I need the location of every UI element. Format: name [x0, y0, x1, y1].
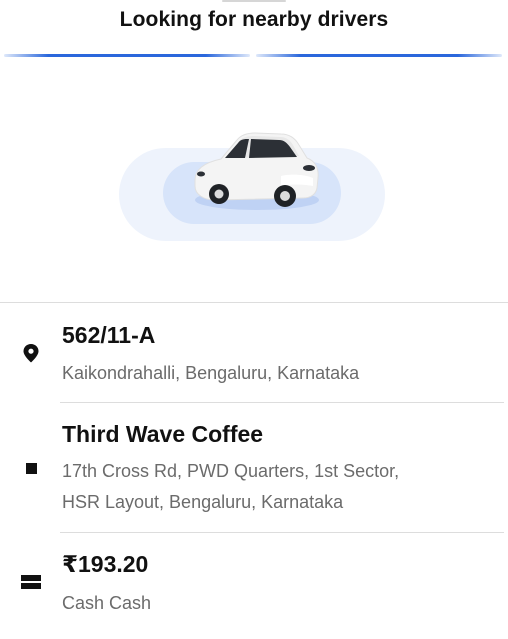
dropoff-address-line1: 17th Cross Rd, PWD Quarters, 1st Sector,: [62, 461, 400, 481]
fare-amount: ₹193.20: [62, 551, 149, 577]
drag-handle[interactable]: [222, 0, 286, 2]
square-stop-icon: [26, 463, 37, 474]
location-pin-icon: [23, 344, 39, 363]
row-divider: [60, 532, 504, 533]
pickup-address: Kaikondrahalli, Bengaluru, Karnataka: [62, 363, 360, 383]
search-progress-bar-left: [4, 54, 250, 57]
dropoff-address-line2: HSR Layout, Bengaluru, Karnataka: [62, 492, 344, 512]
dropoff-name: Third Wave Coffee: [62, 421, 264, 447]
row-divider: [60, 402, 504, 403]
payment-method[interactable]: Cash Cash: [62, 588, 482, 619]
cash-icon: [21, 575, 41, 589]
pickup-name: 562/11-A: [62, 322, 156, 348]
page-title: Looking for nearby drivers: [119, 8, 389, 31]
search-progress-bar-right: [256, 54, 502, 57]
searching-animation: [0, 60, 508, 300]
car-icon: [194, 132, 319, 210]
section-divider: [0, 302, 508, 303]
